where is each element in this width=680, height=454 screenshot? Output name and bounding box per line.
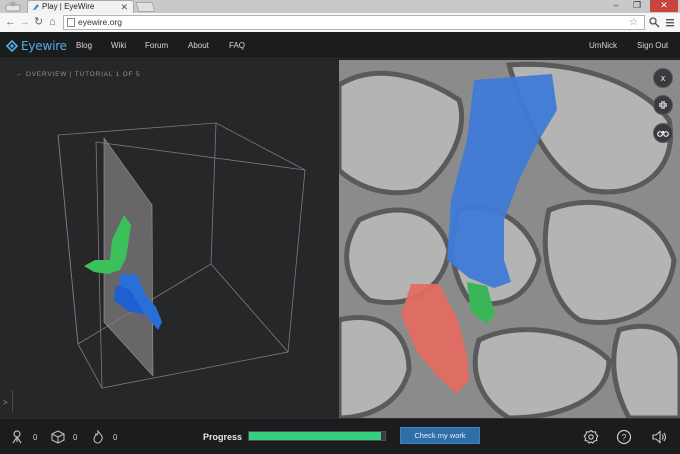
sign-out-link[interactable]: Sign Out [637, 41, 668, 50]
binoculars-icon[interactable] [653, 123, 673, 143]
maximize-button[interactable]: ❐ [627, 0, 647, 12]
back-button[interactable]: ← [5, 16, 16, 28]
new-tab-button[interactable] [135, 2, 156, 12]
help-icon[interactable]: ? [616, 429, 632, 445]
nav-link-blog[interactable]: Blog [76, 41, 92, 50]
eyewire-logo-icon [6, 40, 18, 52]
stat-value-1: 0 [33, 433, 38, 442]
bottom-bar: 0 0 0 Progress Check my work ? [0, 418, 680, 454]
check-my-work-button[interactable]: Check my work [400, 427, 480, 444]
close-window-button[interactable]: ✕ [650, 0, 678, 12]
3d-cube-view[interactable] [0, 60, 339, 418]
address-bar[interactable]: eyewire.org ☆ [63, 15, 645, 30]
menu-icon[interactable] [665, 17, 675, 28]
em-image[interactable] [339, 60, 680, 418]
tab-title: Play | EyeWire [42, 2, 95, 11]
favicon-icon [33, 4, 39, 10]
tab-strip: Play | EyeWire ✕ – ❐ ✕ [0, 0, 680, 13]
logo-text: Eyewire [21, 39, 67, 53]
minimize-button[interactable]: – [606, 0, 626, 12]
stat-value-3: 0 [113, 433, 118, 442]
eyewire-logo[interactable]: Eyewire [6, 39, 67, 53]
nav-link-faq[interactable]: FAQ [229, 41, 245, 50]
browser-chrome: Play | EyeWire ✕ – ❐ ✕ ← → ↻ ⌂ eyewire.o… [0, 0, 680, 32]
site-navbar: Eyewire Blog Wiki Forum About FAQ UmNick… [0, 33, 680, 59]
cubes-icon [12, 430, 22, 444]
console-divider [12, 390, 13, 412]
reload-button[interactable]: ↻ [34, 16, 43, 28]
username-link[interactable]: UmNick [589, 41, 617, 50]
nav-link-wiki[interactable]: Wiki [111, 41, 126, 50]
bookmark-star-icon[interactable]: ☆ [629, 16, 638, 29]
progress-bar [248, 431, 386, 441]
settings-gear-icon[interactable] [583, 429, 599, 445]
extension-icon[interactable] [649, 17, 660, 28]
cube-icon [51, 430, 65, 444]
collapse-icon[interactable] [653, 95, 673, 115]
nav-link-about[interactable]: About [188, 41, 209, 50]
flame-icon [93, 430, 103, 444]
tab-close-icon[interactable]: ✕ [120, 1, 128, 13]
3d-view-panel[interactable]: ← OVERVIEW | TUTORIAL 1 OF 5 > [0, 60, 339, 418]
console-prompt[interactable]: > [3, 398, 8, 407]
nav-link-forum[interactable]: Forum [145, 41, 168, 50]
url-text: eyewire.org [78, 17, 122, 27]
forward-button[interactable]: → [19, 16, 30, 28]
progress-fill [249, 432, 381, 440]
progress-label: Progress [203, 432, 243, 442]
browser-tab[interactable]: Play | EyeWire ✕ [27, 0, 134, 13]
toolbar: ← → ↻ ⌂ eyewire.org ☆ [0, 13, 680, 32]
stat-value-2: 0 [73, 433, 78, 442]
svg-text:?: ? [621, 433, 626, 443]
2d-slice-view[interactable]: x [339, 60, 680, 418]
home-button[interactable]: ⌂ [49, 16, 56, 28]
close-panel-button[interactable]: x [653, 68, 673, 88]
profile-icon[interactable] [4, 1, 22, 12]
sound-icon[interactable] [651, 429, 667, 445]
page-icon [67, 18, 75, 27]
